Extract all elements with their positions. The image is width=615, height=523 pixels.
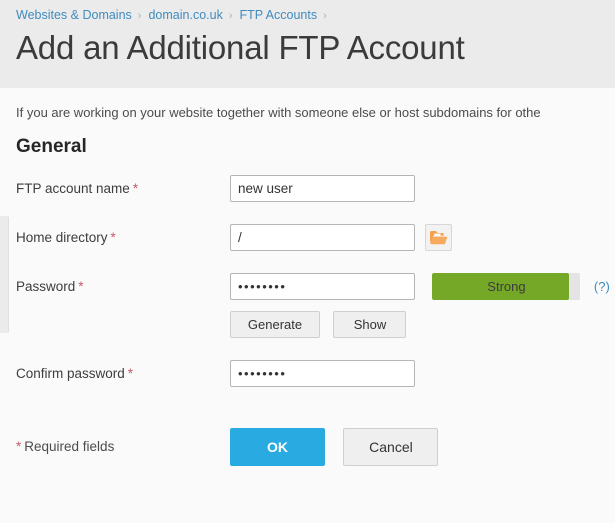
password-strength-label: Strong (487, 279, 526, 294)
password-help-link[interactable]: (?) (594, 273, 610, 300)
field-home-directory (230, 224, 453, 251)
breadcrumb-item-ftp-accounts[interactable]: FTP Accounts (240, 8, 318, 22)
label-password: Password * (16, 279, 84, 294)
form-row-password-actions: Generate Show (16, 311, 615, 349)
label-confirm-password: Confirm password * (16, 366, 134, 381)
form-actions-row: * Required fields OK Cancel (16, 428, 615, 468)
ftp-account-name-input[interactable] (230, 175, 415, 202)
required-asterisk: * (16, 439, 22, 454)
section-title-general: General (16, 136, 87, 157)
browse-directory-button[interactable] (425, 224, 453, 251)
required-asterisk: * (127, 366, 134, 381)
intro-description: If you are working on your website toget… (16, 105, 541, 120)
page-header: Websites & Domains › domain.co.uk › FTP Acco… (0, 0, 615, 88)
breadcrumb-separator-icon: › (228, 10, 233, 22)
form-row-confirm-password: Confirm password * (16, 360, 615, 398)
field-password: Strong (?) (230, 273, 610, 300)
breadcrumb-item-websites-domains[interactable]: Websites & Domains (16, 8, 132, 22)
label-account-name: FTP account name * (16, 181, 139, 196)
folder-open-icon (430, 231, 448, 245)
form-row-password: Password * Strong (?) (16, 273, 615, 311)
breadcrumb-item-domain[interactable]: domain.co.uk (148, 8, 222, 22)
cancel-button[interactable]: Cancel (343, 428, 439, 466)
breadcrumb-separator-icon: › (137, 10, 142, 22)
password-action-buttons: Generate Show (230, 311, 407, 338)
required-fields-note: * Required fields (16, 439, 115, 454)
form-row-home-directory: Home directory * (16, 224, 615, 262)
field-confirm-password (230, 360, 415, 387)
confirm-password-input[interactable] (230, 360, 415, 387)
breadcrumb: Websites & Domains › domain.co.uk › FTP Acco… (16, 7, 615, 25)
label-home-directory: Home directory * (16, 230, 116, 245)
required-asterisk: * (132, 181, 139, 196)
breadcrumb-separator-icon: › (323, 10, 327, 22)
required-asterisk: * (78, 279, 84, 294)
form-row-account-name: FTP account name * (16, 175, 615, 213)
ftp-account-form: General FTP account name* Home directory… (0, 122, 615, 468)
form-action-buttons: OK Cancel (230, 428, 439, 466)
show-password-button[interactable]: Show (333, 311, 407, 338)
ok-button[interactable]: OK (230, 428, 325, 466)
password-strength-meter: Strong (432, 273, 581, 300)
password-input[interactable] (230, 273, 415, 300)
field-account-name (230, 175, 415, 202)
page-title: Add an Additional FTP Account (16, 29, 465, 66)
page-body: If you are working on your website toget… (0, 88, 615, 523)
generate-password-button[interactable]: Generate (230, 311, 320, 338)
home-directory-input[interactable] (230, 224, 415, 251)
required-asterisk: * (110, 230, 116, 245)
